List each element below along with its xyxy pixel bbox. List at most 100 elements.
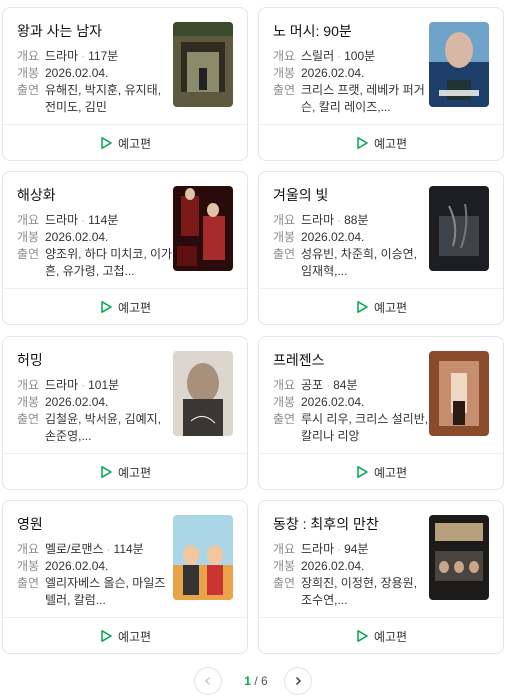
genre-label: 개요: [273, 542, 296, 556]
cast-row: 출연 유해진, 박지훈, 유지태, 전미도, 김민: [17, 82, 173, 116]
runtime-text: 88분: [344, 213, 369, 227]
separator-dot: ·: [81, 378, 86, 392]
movie-poster[interactable]: [429, 351, 489, 436]
movie-card[interactable]: 영원개요 멜로/로맨스 · 114분개봉 2026.02.04. 출연 엘리자베스 올슨, …: [2, 500, 248, 654]
genre-label: 개요: [17, 542, 40, 556]
genre-label: 개요: [273, 49, 296, 63]
play-icon: [101, 301, 112, 313]
cast-label: 출연: [273, 412, 296, 426]
genre-value: 멜로/로맨스 · 114분: [45, 541, 173, 558]
page-indicator: 1 / 6: [238, 674, 274, 688]
cast-row: 출연 엘리자베스 올슨, 마일즈 텔러, 칼럼...: [17, 575, 173, 609]
movie-card[interactable]: 겨울의 빛 개요 드라마 · 88분 개봉 2026.02.04. 출연 성유빈, 차준희, 이…: [258, 171, 504, 325]
trailer-label: 예고편: [117, 136, 152, 151]
play-icon: [357, 630, 368, 642]
movie-poster[interactable]: [429, 186, 489, 271]
movie-poster[interactable]: [429, 22, 489, 107]
release-label: 개봉: [273, 559, 296, 573]
movie-card[interactable]: 허밍개요 드라마 · 101분 개봉 2026.02.04. 출연 김철윤, 박서윤, 김예지…: [2, 336, 248, 490]
movie-info: 겨울의 빛 개요 드라마 · 88분 개봉 2026.02.04. 출연 성유빈, 차준희, 이…: [273, 186, 429, 280]
release-value: 2026.02.04.: [301, 395, 365, 409]
movie-title[interactable]: 프레젠스: [273, 351, 429, 369]
movie-title[interactable]: 영원: [17, 515, 173, 533]
cast-label: 출연: [273, 247, 296, 261]
separator-dot: ·: [81, 213, 86, 227]
release-label: 개봉: [17, 559, 40, 573]
movie-title[interactable]: 허밍: [17, 351, 173, 369]
movie-card[interactable]: 프레젠스 개요 공포 · 84분 개봉 2026.02.04. 출연 루시 리우, 크리스 설리…: [258, 336, 504, 490]
release-value: 2026.02.04.: [301, 559, 365, 573]
trailer-button[interactable]: 예고편: [259, 125, 503, 160]
cast-row: 출연 장희진, 이정현, 장용원, 조수연,...: [273, 575, 429, 609]
genre-value: 드라마 · 117분: [45, 48, 173, 65]
genre-value: 드라마 · 114분: [45, 212, 173, 229]
trailer-button[interactable]: 예고편: [259, 618, 503, 653]
release-row: 개봉 2026.02.04.: [17, 558, 173, 575]
movie-title[interactable]: 왕과 사는 남자: [17, 22, 173, 40]
genre-text: 공포: [301, 378, 324, 392]
movie-poster[interactable]: [173, 22, 233, 107]
movie-poster[interactable]: [429, 515, 489, 600]
release-value: 2026.02.04.: [45, 559, 109, 573]
play-icon: [101, 630, 112, 642]
trailer-button[interactable]: 예고편: [3, 125, 247, 160]
release-row: 개봉 2026.02.04.: [17, 229, 173, 246]
cast-value: 크리스 프랫, 레베카 퍼거슨, 칼리 레이즈,...: [301, 83, 425, 114]
movie-poster[interactable]: [173, 186, 233, 271]
movie-card[interactable]: 노 머시: 90분 개요 스릴러 · 100분 개봉 2026.02.04. 출연 크리스 프랫…: [258, 7, 504, 161]
runtime-text: 84분: [333, 378, 358, 392]
genre-text: 드라마: [45, 49, 79, 63]
trailer-button[interactable]: 예고편: [3, 289, 247, 324]
genre-value: 드라마 · 101분: [45, 377, 173, 394]
prev-page-button[interactable]: [194, 667, 222, 695]
movie-title[interactable]: 노 머시: 90분: [273, 22, 429, 40]
cast-row: 출연 양조위, 하다 미치코, 이가흔, 유가령, 고첩...: [17, 246, 173, 280]
release-label: 개봉: [273, 66, 296, 80]
cast-row: 출연 성유빈, 차준희, 이승연, 임재혁,...: [273, 246, 429, 280]
movie-poster[interactable]: [173, 515, 233, 600]
movie-info: 영원개요 멜로/로맨스 · 114분개봉 2026.02.04. 출연 엘리자베스 올슨, …: [17, 515, 173, 609]
trailer-label: 예고편: [117, 629, 152, 644]
trailer-button[interactable]: 예고편: [259, 289, 503, 324]
movie-title[interactable]: 겨울의 빛: [273, 186, 429, 204]
runtime-text: 94분: [344, 542, 369, 556]
movie-title[interactable]: 동창 : 최후의 만찬: [273, 515, 429, 533]
poster-image: [173, 186, 233, 271]
runtime-text: 114분: [88, 213, 119, 227]
release-row: 개봉 2026.02.04.: [17, 394, 173, 411]
genre-label: 개요: [17, 49, 40, 63]
trailer-button[interactable]: 예고편: [3, 618, 247, 653]
cast-label: 출연: [17, 412, 40, 426]
genre-label: 개요: [273, 213, 296, 227]
movie-title[interactable]: 해상화: [17, 186, 173, 204]
release-value: 2026.02.04.: [45, 66, 109, 80]
trailer-label: 예고편: [117, 300, 152, 315]
release-label: 개봉: [17, 66, 40, 80]
cast-row: 출연 크리스 프랫, 레베카 퍼거슨, 칼리 레이즈,...: [273, 82, 429, 116]
cast-value: 장희진, 이정현, 장용원, 조수연,...: [301, 576, 418, 607]
movie-poster[interactable]: [173, 351, 233, 436]
page-separator: /: [254, 674, 258, 688]
release-label: 개봉: [17, 230, 40, 244]
genre-text: 드라마: [45, 378, 79, 392]
movie-info: 프레젠스 개요 공포 · 84분 개봉 2026.02.04. 출연 루시 리우, 크리스 설리…: [273, 351, 429, 445]
cast-value: 유해진, 박지훈, 유지태, 전미도, 김민: [45, 83, 162, 114]
movie-info: 허밍개요 드라마 · 101분 개봉 2026.02.04. 출연 김철윤, 박서윤, 김예지…: [17, 351, 173, 445]
cast-row: 출연 루시 리우, 크리스 설리반, 칼리나 리앙: [273, 411, 429, 445]
genre-row: 개요 드라마 · 101분: [17, 377, 173, 394]
movie-card[interactable]: 왕과 사는 남자개요 드라마 · 117분개봉 2026.02.04. 출연 유해진, 박지…: [2, 7, 248, 161]
movie-card[interactable]: 동창 : 최후의 만찬 개요 드라마 · 94분 개봉 2026.02.04. 출연 장희진, …: [258, 500, 504, 654]
play-icon: [357, 301, 368, 313]
movie-card[interactable]: 해상화 개요 드라마 · 114분 개봉 2026.02.04. 출연 양조위, 하다 미치코,…: [2, 171, 248, 325]
trailer-button[interactable]: 예고편: [259, 454, 503, 489]
runtime-text: 114분: [113, 542, 144, 556]
genre-value: 공포 · 84분: [301, 377, 429, 394]
trailer-button[interactable]: 예고편: [3, 454, 247, 489]
next-page-button[interactable]: [284, 667, 312, 695]
play-icon: [101, 137, 112, 149]
genre-text: 드라마: [301, 542, 335, 556]
cast-label: 출연: [17, 83, 40, 97]
total-pages: 6: [261, 674, 268, 688]
cast-value: 김철윤, 박서윤, 김예지, 손준영,...: [45, 412, 162, 443]
runtime-text: 101분: [88, 378, 120, 392]
